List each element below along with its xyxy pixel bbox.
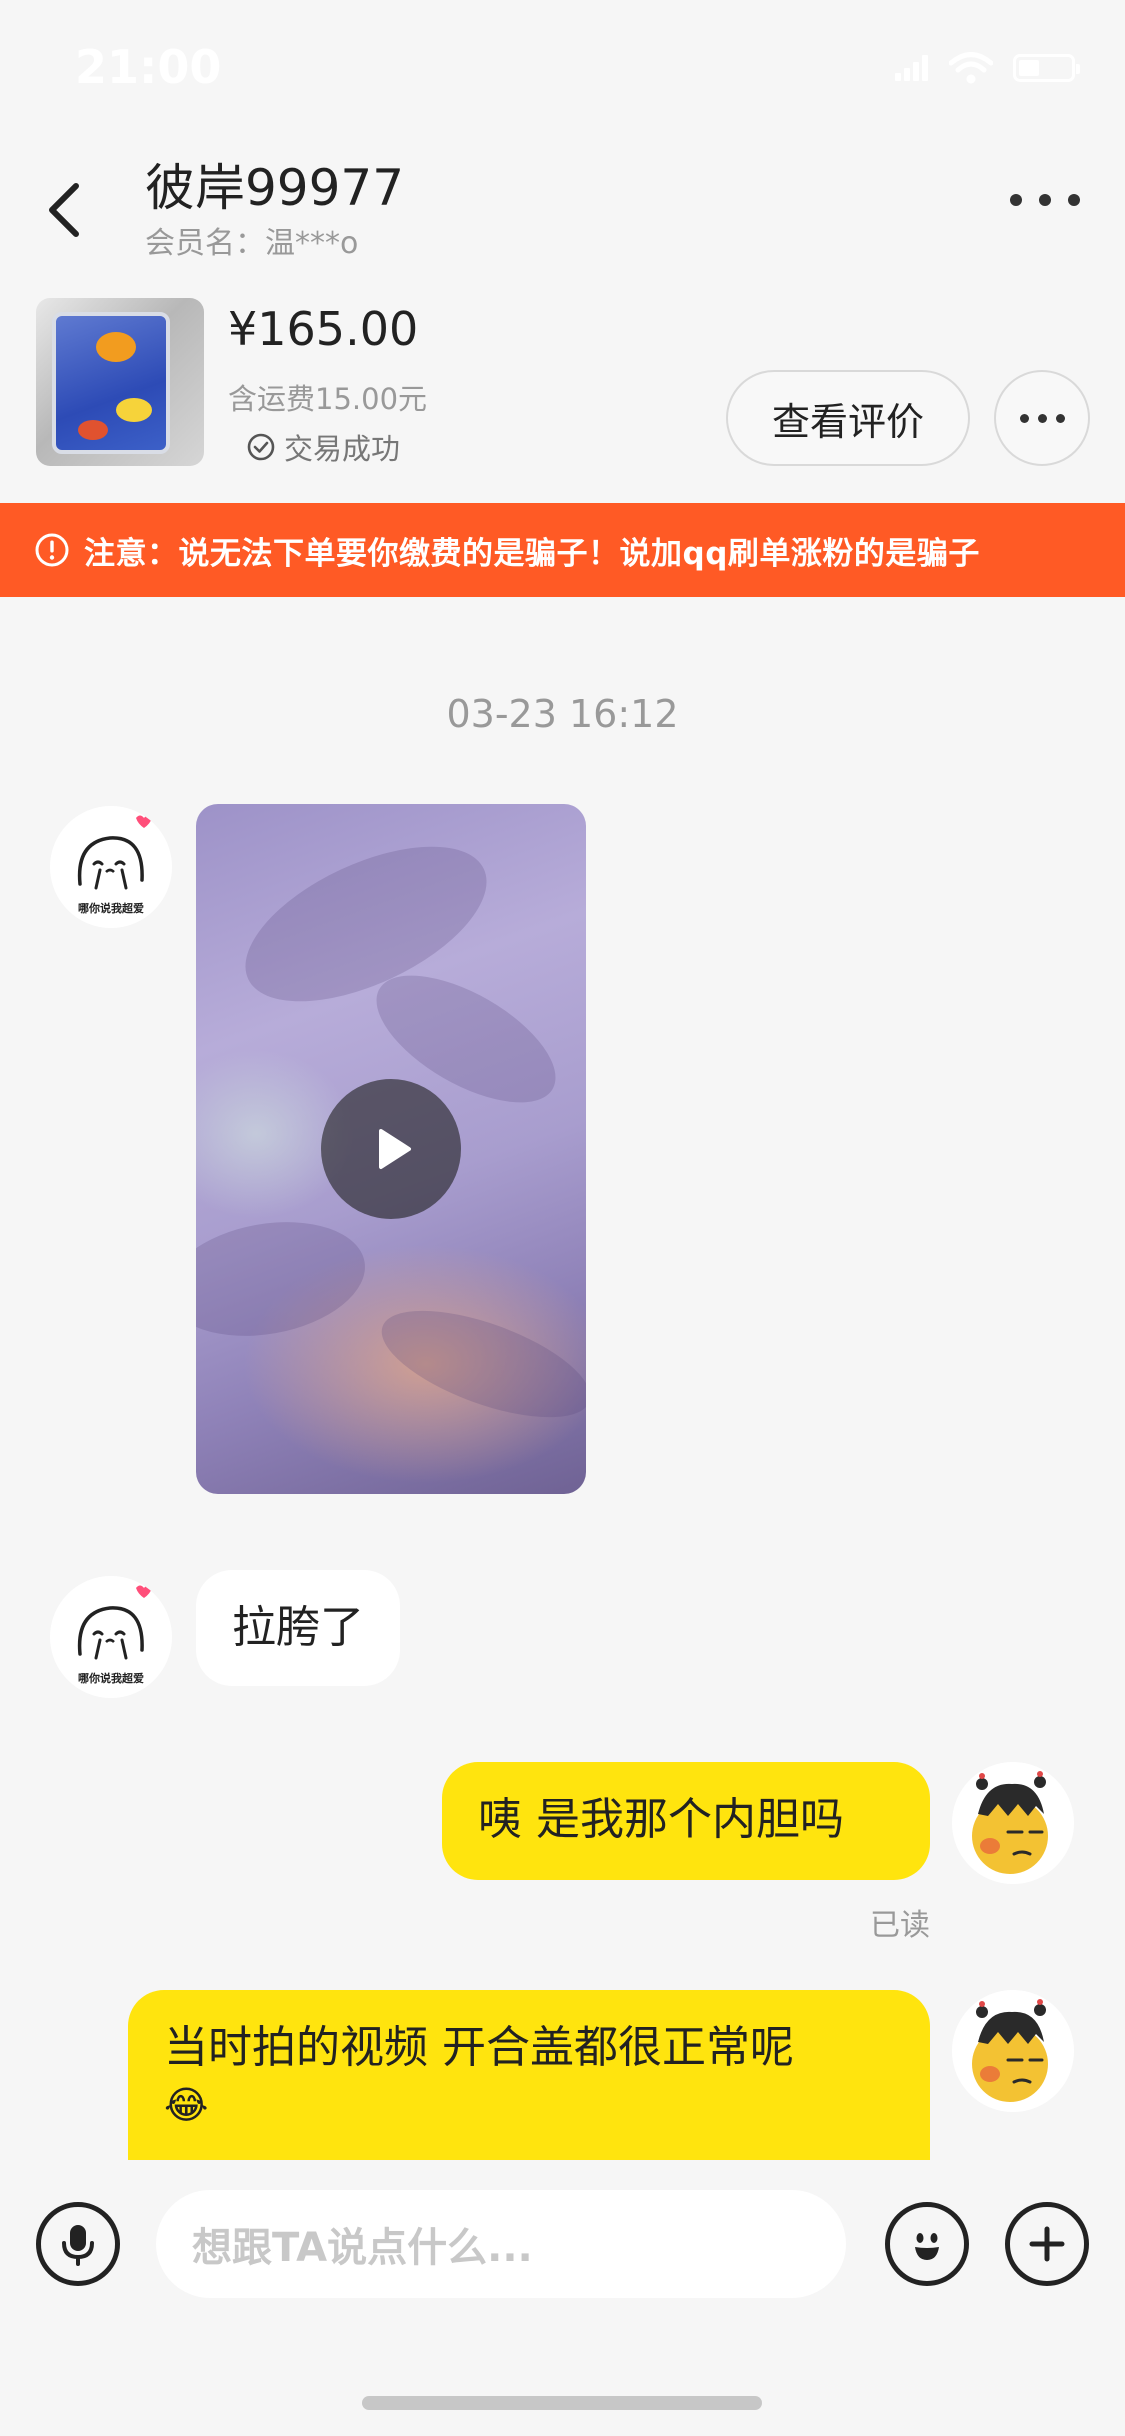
status-time: 21:00	[75, 40, 222, 94]
warning-text: 注意：说无法下单要你缴费的是骗子！说加qq刷单涨粉的是骗子	[84, 535, 980, 572]
my-avatar[interactable]	[952, 1990, 1074, 2112]
signal-icon	[895, 55, 929, 81]
back-icon[interactable]	[40, 170, 90, 250]
video-message[interactable]	[196, 804, 586, 1494]
voice-button[interactable]	[36, 2202, 120, 2286]
more-icon[interactable]	[1010, 175, 1080, 225]
message-text: 当时拍的视频 开合盖都很正常呢	[164, 2022, 794, 2073]
chat-header: 彼岸99977 会员名：温***o	[0, 130, 1125, 280]
svg-text:哪你说我超爱: 哪你说我超爱	[78, 1671, 144, 1685]
read-receipt: 已读	[870, 1908, 930, 1943]
laughing-emoji-icon: 😂	[164, 2083, 209, 2127]
view-review-button[interactable]: 查看评价	[726, 370, 970, 466]
play-button[interactable]	[321, 1079, 461, 1219]
product-card[interactable]: ¥165.00 含运费15.00元 交易成功 查看评价	[0, 298, 1125, 473]
message-bubble[interactable]: 拉胯了	[196, 1570, 400, 1686]
warning-icon	[35, 533, 69, 567]
my-avatar[interactable]	[952, 1762, 1074, 1884]
product-thumbnail[interactable]	[36, 298, 204, 466]
fraud-warning-banner: 注意：说无法下单要你缴费的是骗子！说加qq刷单涨粉的是骗子	[0, 503, 1125, 597]
shipping-fee: 含运费15.00元	[228, 382, 428, 416]
product-price: ¥165.00	[228, 302, 419, 356]
check-icon	[247, 433, 275, 461]
wifi-icon	[949, 52, 993, 84]
product-more-icon[interactable]	[994, 370, 1090, 466]
play-icon	[379, 1129, 411, 1169]
contact-avatar[interactable]: 哪你说我超爱	[50, 1576, 172, 1698]
message-input-placeholder: 想跟TA说点什么...	[192, 2225, 533, 2271]
status-bar: 21:00	[0, 0, 1125, 130]
input-bar: 想跟TA说点什么...	[0, 2160, 1125, 2320]
status-icons	[895, 52, 1080, 84]
message-text: 咦 是我那个内胆吗	[478, 1794, 844, 1845]
contact-avatar[interactable]: 哪你说我超爱	[50, 806, 172, 928]
plus-icon	[1029, 2226, 1065, 2262]
message-bubble[interactable]: 咦 是我那个内胆吗	[442, 1762, 930, 1880]
chat-timestamp: 03-23 16:12	[446, 692, 679, 736]
emoji-icon	[915, 2233, 939, 2260]
plus-button[interactable]	[1005, 2202, 1089, 2286]
member-name: 会员名：温***o	[145, 226, 359, 261]
home-indicator	[362, 2396, 762, 2410]
chat-screen: 21:00 彼岸99977 会员名：温***o ¥165.00 含运费15.00…	[0, 0, 1125, 2436]
contact-nickname: 彼岸99977	[145, 159, 405, 217]
emoji-button[interactable]	[885, 2202, 969, 2286]
deal-status: 交易成功	[246, 426, 400, 468]
message-bubble[interactable]: 当时拍的视频 开合盖都很正常呢 😂	[128, 1990, 930, 2170]
message-text: 拉胯了	[232, 1602, 364, 1653]
mic-icon	[62, 2225, 94, 2266]
deal-status-text: 交易成功	[284, 432, 401, 466]
battery-icon	[1013, 54, 1080, 82]
message-input[interactable]: 想跟TA说点什么...	[156, 2190, 846, 2298]
svg-text:哪你说我超爱: 哪你说我超爱	[78, 901, 144, 915]
